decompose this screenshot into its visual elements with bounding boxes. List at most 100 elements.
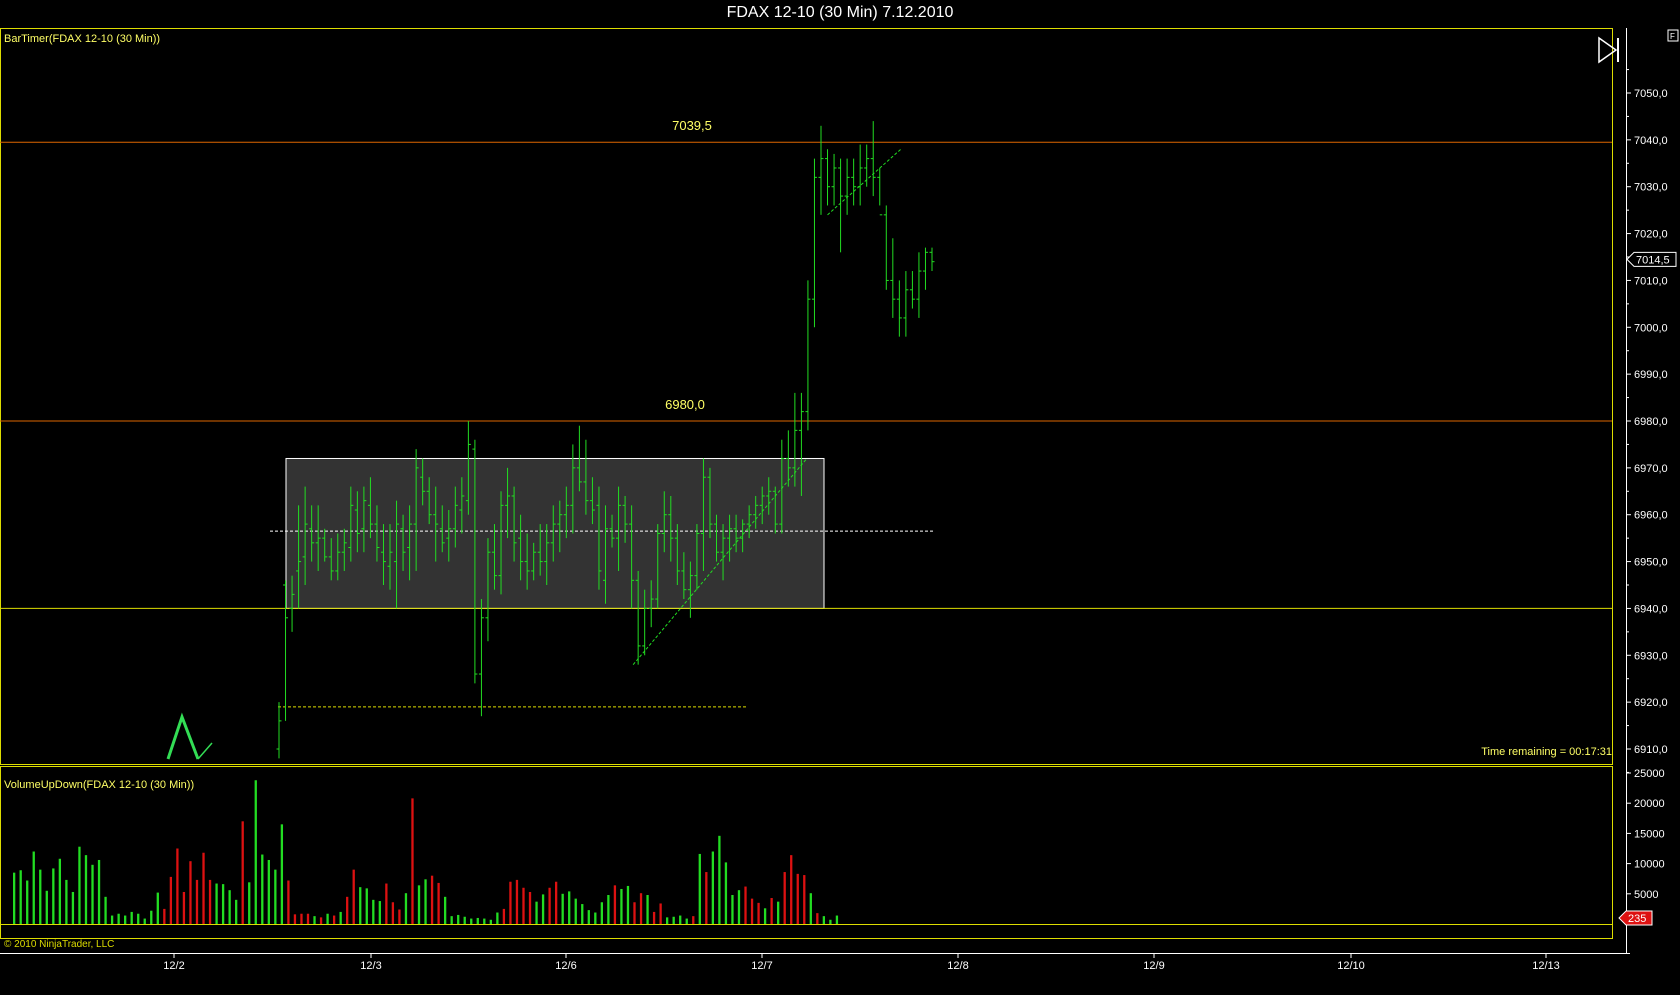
volume-bar (326, 913, 329, 924)
volume-bar (437, 882, 440, 924)
price-tick-label: 7030,0 (1634, 182, 1668, 194)
date-tick-label: 12/2 (163, 960, 184, 972)
price-bar (909, 271, 915, 309)
volume-bar (450, 916, 453, 924)
volume-bar (672, 916, 675, 924)
volume-bar (352, 869, 355, 924)
volume-bar (411, 798, 414, 924)
volume-bar (626, 885, 630, 924)
price-bar (478, 599, 484, 717)
price-bar (811, 158, 817, 328)
volume-bar (248, 882, 251, 924)
scale-fix-icon[interactable]: F (1667, 29, 1679, 42)
date-tick-label: 12/6 (555, 960, 576, 972)
volume-bar (430, 875, 434, 924)
price-tick-label: 6940,0 (1634, 603, 1668, 615)
volume-bar (515, 879, 519, 924)
volume-bar (130, 911, 133, 924)
volume-tick-label: 20000 (1634, 798, 1665, 810)
volume-bar (84, 855, 88, 924)
volume-bar (228, 890, 231, 924)
play-end-icon[interactable] (1598, 36, 1619, 64)
volume-bar (385, 883, 388, 924)
volume-bar (313, 916, 316, 924)
price-bar (831, 153, 837, 206)
price-tick-label: 6990,0 (1634, 369, 1668, 381)
volume-bar (417, 885, 421, 924)
volume-bar (235, 899, 238, 924)
volume-bar (816, 913, 819, 924)
volume-bar (600, 902, 603, 924)
price-bar (896, 280, 902, 337)
volume-tick-label: 15000 (1634, 828, 1665, 840)
volume-bar (71, 891, 75, 924)
volume-bar (32, 851, 35, 924)
triangle-trend-line[interactable] (827, 148, 902, 216)
date-tick-label: 12/7 (751, 960, 772, 972)
volume-bar (365, 888, 368, 924)
volume-bar (339, 911, 342, 924)
volume-bar (378, 901, 381, 924)
volume-bar (744, 886, 747, 924)
volume-bar (705, 872, 708, 924)
volume-bar (731, 895, 734, 924)
price-indicator-label: BarTimer(FDAX 12-10 (30 Min)) (4, 33, 160, 45)
volume-bar (541, 894, 545, 924)
volume-bar (280, 824, 284, 924)
price-bar (818, 125, 824, 215)
volume-bar (652, 911, 656, 924)
volume-bar (306, 913, 310, 924)
volume-bar (163, 908, 166, 924)
volume-bar (45, 890, 48, 924)
volume-bar (502, 908, 506, 924)
price-tick-label: 6930,0 (1634, 650, 1668, 662)
volume-bar (679, 915, 682, 924)
volume-bar (398, 909, 401, 924)
price-tick-label: 6910,0 (1634, 744, 1668, 756)
price-bar (929, 247, 935, 272)
price-bar (825, 149, 831, 206)
volume-bar (424, 879, 427, 924)
price-tick-label: 7020,0 (1634, 229, 1668, 241)
volume-bar (646, 895, 649, 924)
volume-bar (372, 899, 375, 924)
volume-bar (822, 916, 826, 924)
price-tick-label: 7040,0 (1634, 135, 1668, 147)
volume-bar (391, 902, 395, 924)
last-volume-text: 235 (1628, 913, 1646, 925)
volume-bar (267, 859, 270, 924)
zigzag-drawing (166, 712, 200, 760)
price-panel-frame (0, 28, 1613, 765)
date-tick-label: 12/10 (1337, 960, 1365, 972)
volume-bar (763, 908, 767, 924)
volume-bar (522, 887, 525, 924)
volume-bar (750, 898, 754, 924)
price-bar (916, 252, 922, 318)
volume-bar (574, 898, 577, 924)
volume-bar (156, 892, 159, 924)
date-tick-label: 12/13 (1532, 960, 1560, 972)
volume-bar (346, 896, 349, 924)
volume-bar (143, 918, 146, 924)
volume-bar (104, 896, 107, 924)
volume-bar (568, 891, 571, 924)
volume-bar (796, 873, 799, 924)
volume-bar (535, 901, 538, 924)
chart-canvas: 7039,5 6980,0 6910,0 6920,0 6930,0 6940,0 695… (0, 28, 1679, 972)
price-tick-label: 6950,0 (1634, 557, 1668, 569)
volume-bar (548, 887, 551, 924)
volume-bar (692, 916, 695, 924)
price-bar (890, 238, 896, 318)
volume-bar (829, 919, 832, 924)
price-bar (922, 247, 928, 290)
volume-bar (241, 821, 244, 924)
volume-bar (65, 879, 68, 924)
volume-bar (221, 884, 225, 924)
level-label: 6980,0 (665, 397, 705, 412)
volume-bar (659, 903, 662, 924)
price-bar (276, 702, 282, 759)
volume-bar (332, 915, 336, 924)
volume-bar (613, 885, 617, 924)
price-tick-label: 7050,0 (1634, 88, 1668, 100)
volume-bar (124, 915, 127, 924)
